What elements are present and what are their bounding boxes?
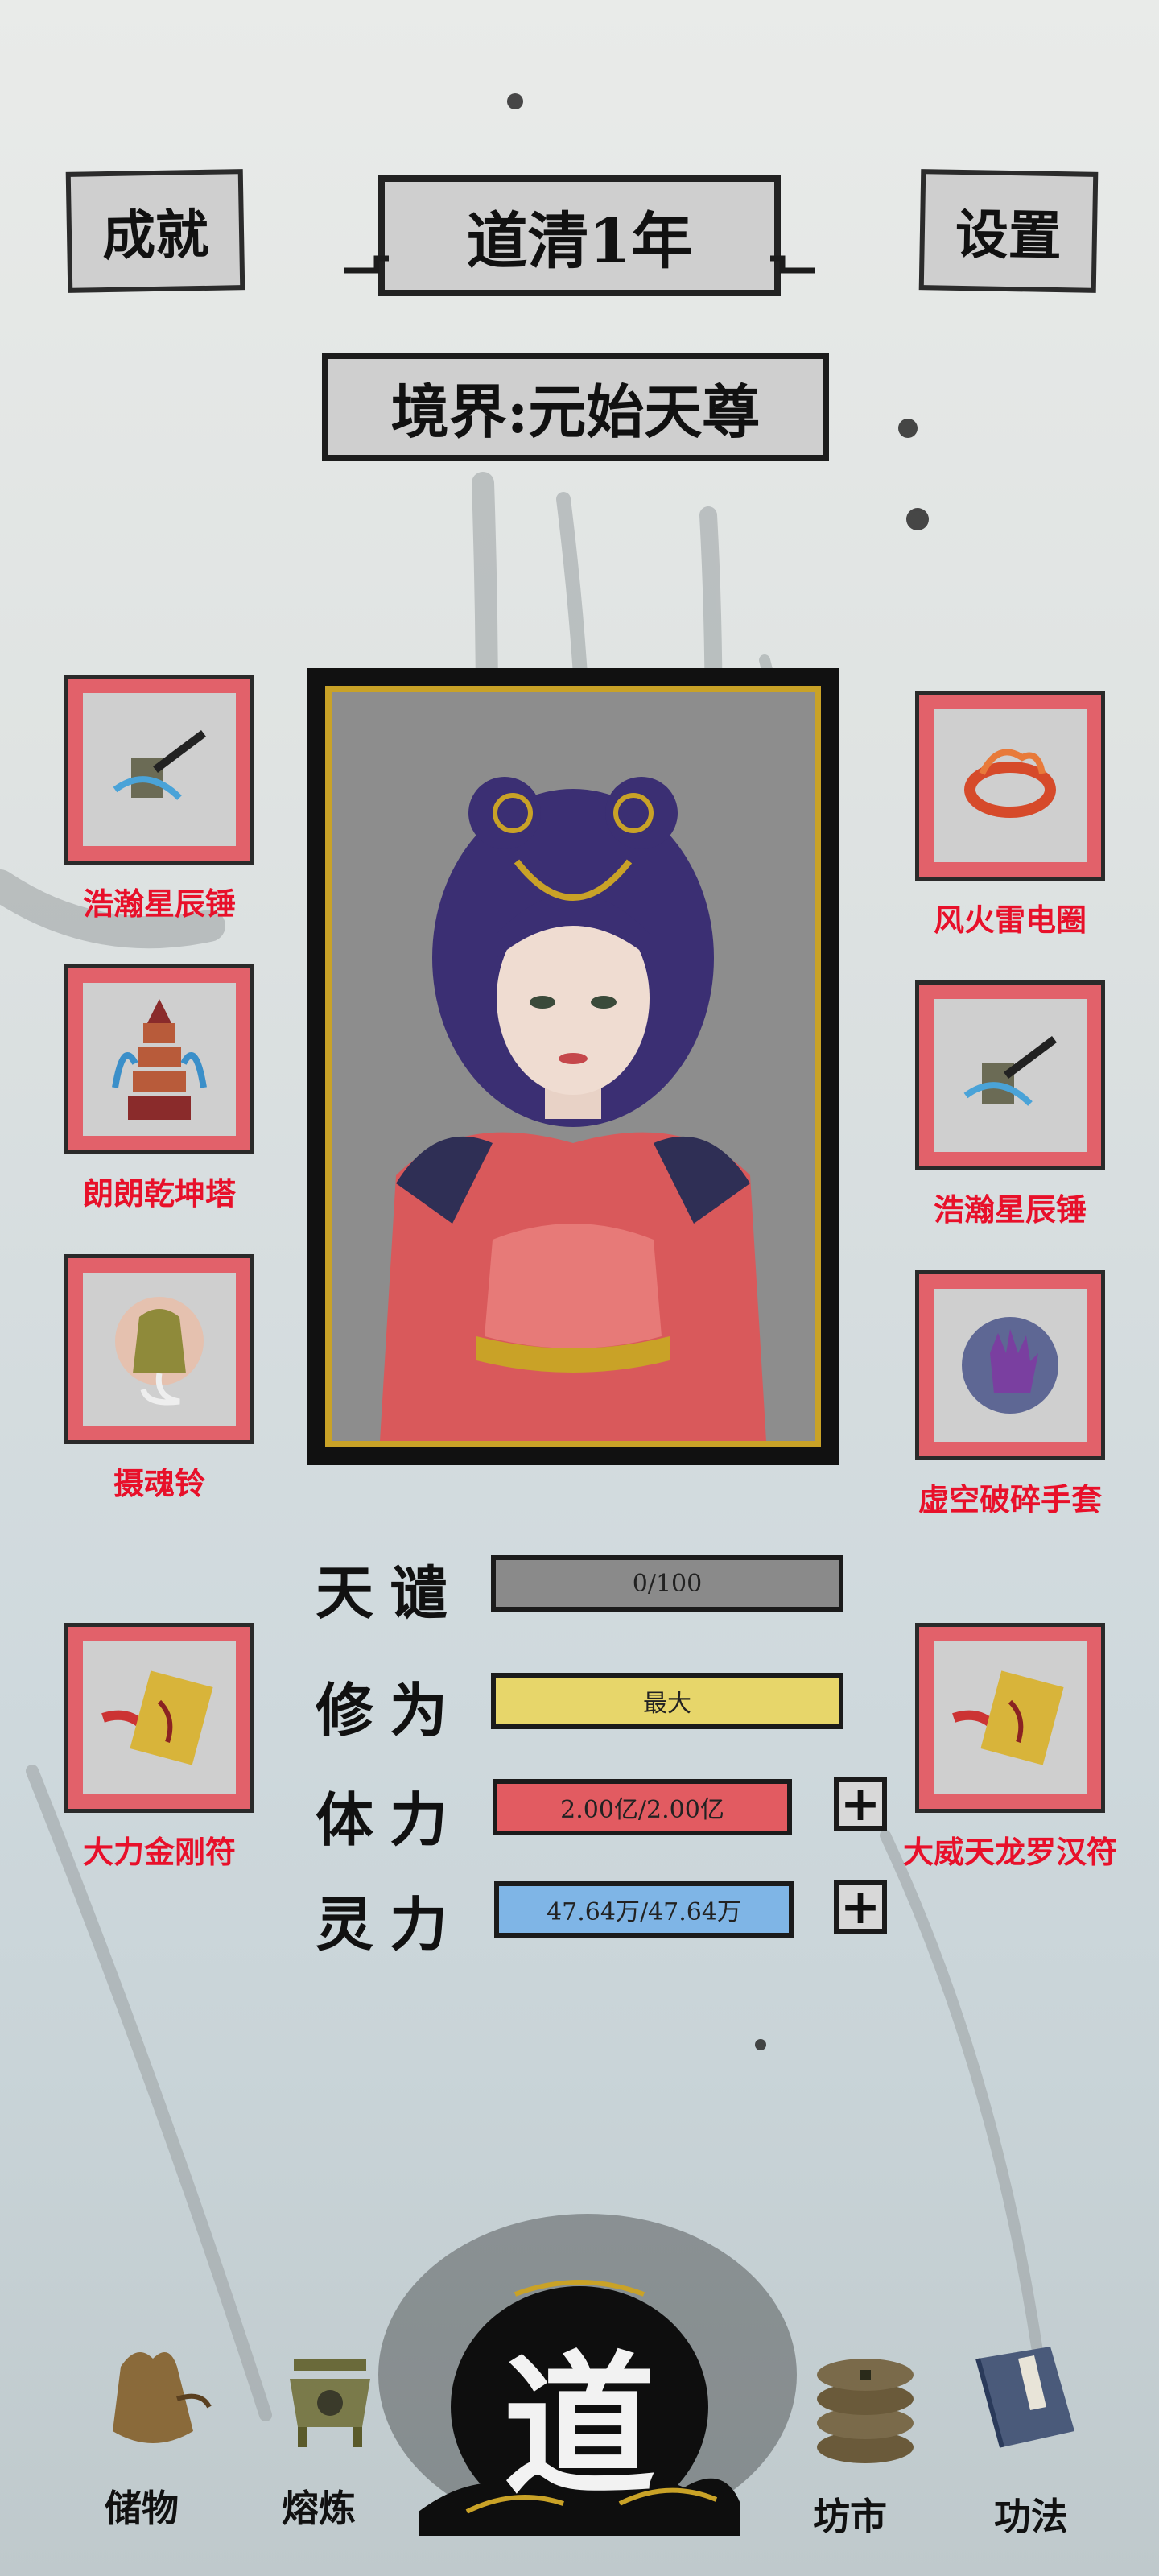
pagoda-icon	[112, 999, 207, 1120]
year-title: 道清1年	[466, 205, 693, 277]
pouch-icon	[113, 2352, 212, 2443]
equip-slot-left-4[interactable]	[64, 1623, 254, 1813]
equip-label-right-1: 风火雷电圈	[933, 902, 1087, 938]
fire-ring-icon	[964, 749, 1056, 818]
equip-slot-left-1[interactable]	[64, 675, 254, 865]
stat-label-tianqian: 天谴	[316, 1558, 464, 1627]
equip-label-left-3: 摄魂铃	[113, 1465, 205, 1501]
stat-bar-tianqian: 0/100	[491, 1555, 843, 1612]
equip-label-right-3: 虚空破碎手套	[918, 1481, 1102, 1517]
plaque-ornament-right	[770, 255, 815, 274]
stat-label-xiuwei: 修为	[316, 1676, 464, 1744]
equip-label-right-4: 大威天龙罗汉符	[902, 1834, 1117, 1870]
nav-market[interactable]: 坊市	[797, 2334, 942, 2538]
stat-bar-xiuwei: 最大	[491, 1673, 843, 1729]
stat-value-tianqian: 0/100	[632, 1569, 703, 1598]
equip-slot-right-3[interactable]	[915, 1270, 1105, 1460]
book-icon	[975, 2347, 1074, 2448]
equip-label-left-2: 朗朗乾坤塔	[82, 1175, 236, 1212]
achievements-label: 成就	[101, 202, 209, 268]
glove-icon	[962, 1317, 1058, 1414]
equip-label-left-1: 浩瀚星辰锤	[82, 886, 236, 922]
coins-icon	[817, 2359, 914, 2463]
talisman-icon	[101, 1670, 213, 1765]
stat-bar-lingli: 47.64万/47.64万	[494, 1881, 794, 1938]
realm-title: 境界:元始天尊	[390, 378, 761, 446]
realm-plaque: 境界:元始天尊	[322, 353, 829, 461]
nav-skills[interactable]: 功法	[958, 2334, 1103, 2538]
hammer-icon	[113, 730, 206, 800]
tili-plus-button[interactable]: +	[834, 1777, 887, 1831]
character-portrait-frame	[307, 668, 839, 1465]
equip-slot-right-2[interactable]	[915, 980, 1105, 1170]
year-plaque: 道清1年	[344, 175, 815, 296]
nav-center-dao[interactable]: 道	[419, 2270, 740, 2536]
stat-label-lingli: 灵力	[316, 1890, 464, 1959]
settings-label: 设置	[955, 202, 1062, 268]
nav-skills-label: 功法	[994, 2495, 1068, 2538]
nav-market-label: 坊市	[813, 2495, 887, 2538]
nav-storage[interactable]: 储物	[80, 2334, 225, 2536]
cauldron-icon	[290, 2359, 370, 2447]
nav-storage-label: 储物	[105, 2487, 179, 2530]
stat-bar-tili: 2.00亿/2.00亿	[493, 1779, 792, 1835]
hammer-icon	[963, 1036, 1057, 1106]
equip-label-right-2: 浩瀚星辰锤	[933, 1191, 1087, 1228]
stat-value-lingli: 47.64万/47.64万	[547, 1898, 741, 1926]
nav-center-label: 道	[502, 2336, 656, 2516]
equip-slot-left-3[interactable]	[64, 1254, 254, 1444]
equip-slot-right-1[interactable]	[915, 691, 1105, 881]
stat-value-xiuwei: 最大	[643, 1690, 691, 1718]
stat-label-tili: 体力	[316, 1785, 464, 1854]
equip-label-left-4: 大力金刚符	[82, 1834, 236, 1870]
character-portrait	[380, 777, 766, 1441]
nav-smelt-label: 熔炼	[282, 2487, 356, 2530]
stat-value-tili: 2.00亿/2.00亿	[560, 1796, 724, 1824]
plaque-ornament-left	[344, 255, 389, 274]
settings-button[interactable]: 设置	[918, 169, 1099, 293]
talisman-icon	[952, 1670, 1064, 1765]
equip-slot-right-4[interactable]	[915, 1623, 1105, 1813]
achievements-button[interactable]: 成就	[65, 169, 245, 293]
equip-slot-left-2[interactable]	[64, 964, 254, 1154]
bell-icon	[115, 1297, 204, 1406]
lingli-plus-button[interactable]: +	[834, 1880, 887, 1934]
nav-smelt[interactable]: 熔炼	[258, 2334, 402, 2536]
